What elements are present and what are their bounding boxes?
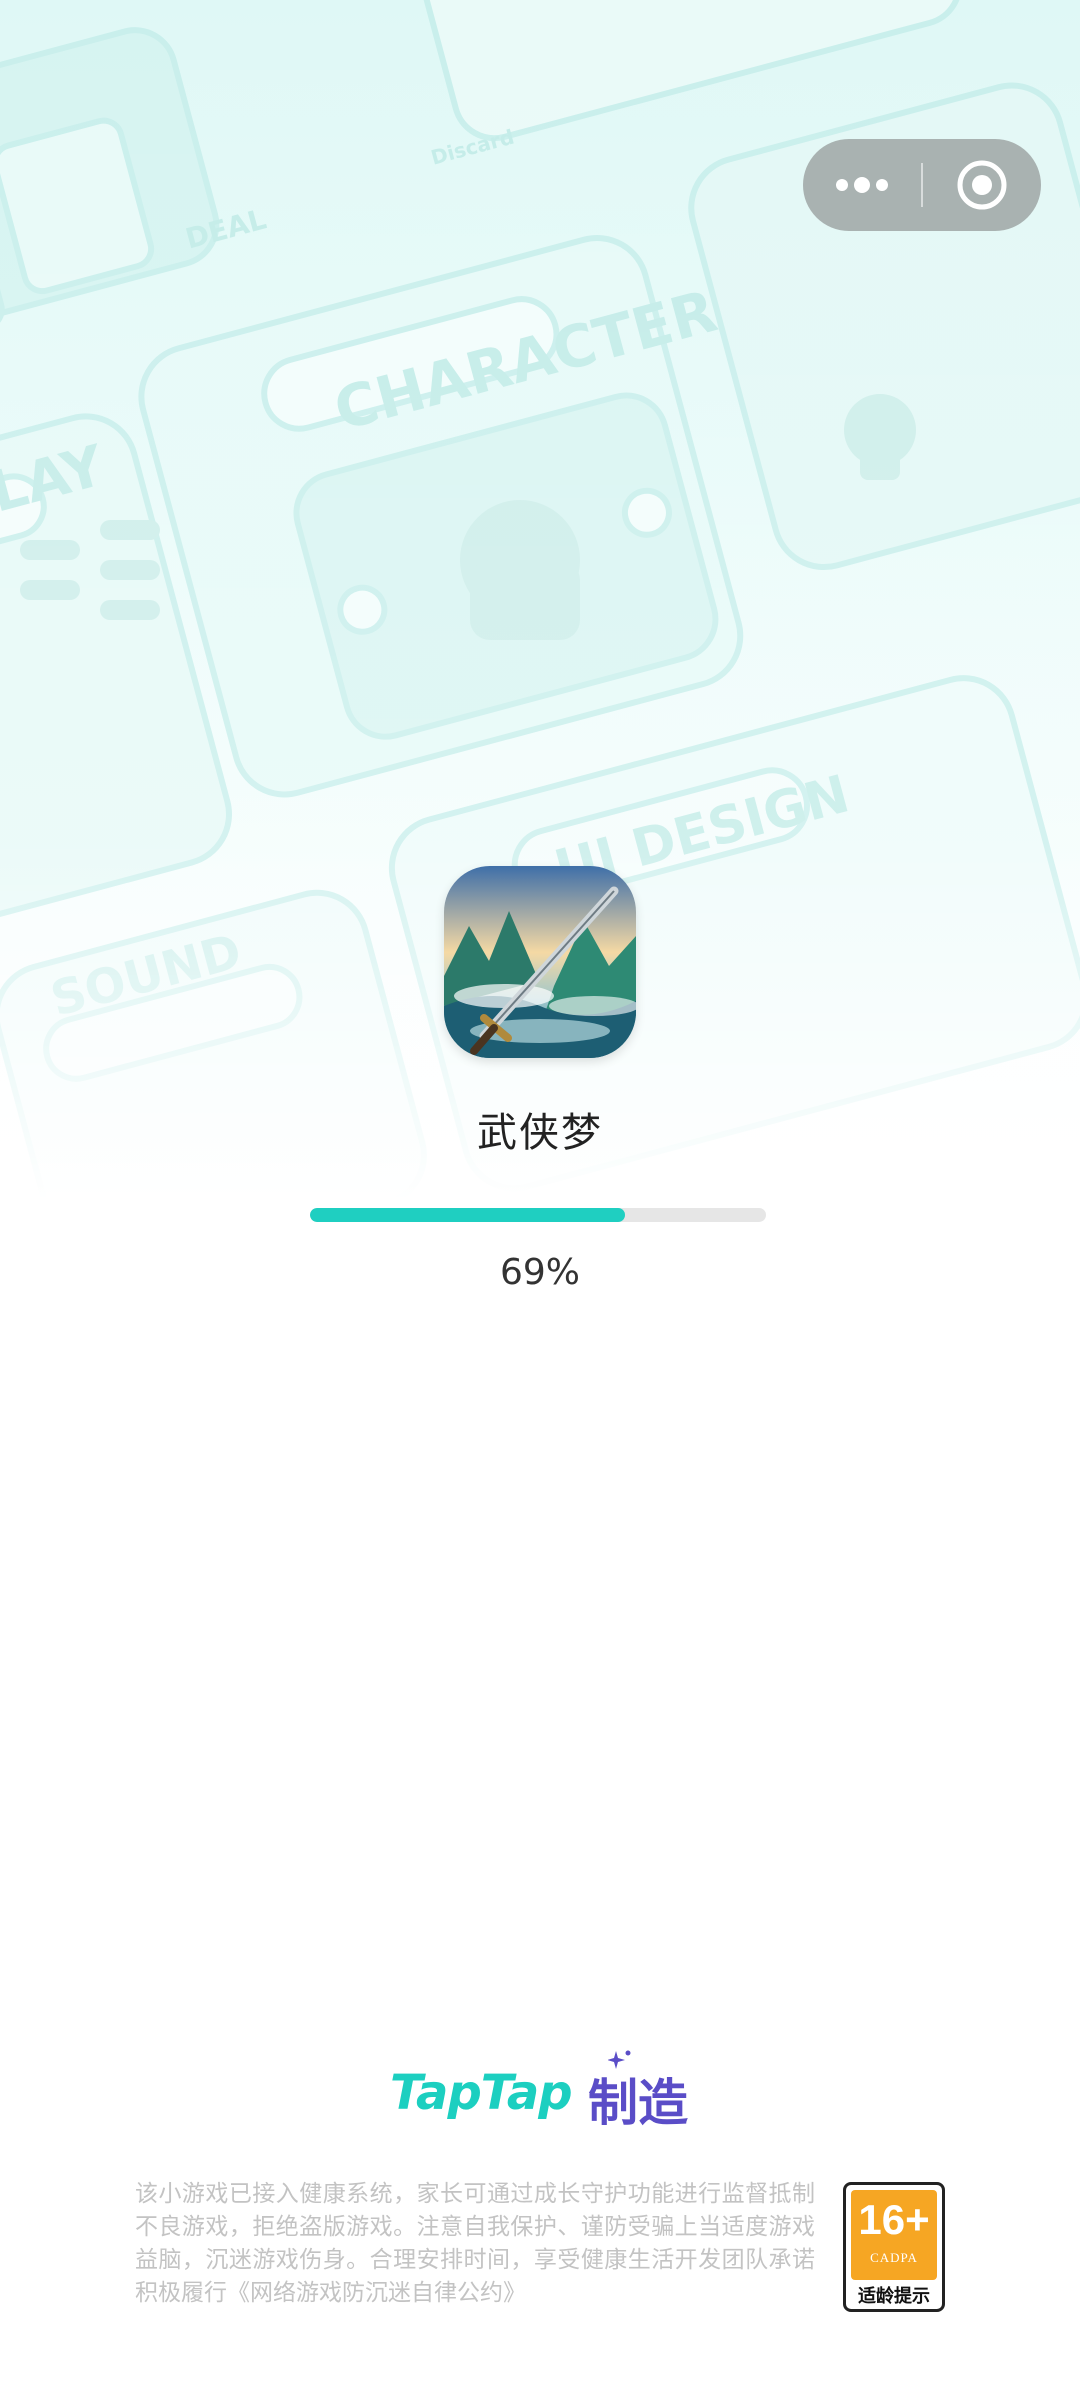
age-rating-badge: 16+ CADPA 适龄提示 bbox=[843, 2182, 945, 2312]
age-rating-value: 16+ bbox=[858, 2196, 930, 2243]
target-circle-icon bbox=[957, 160, 1007, 210]
loading-progress-bar bbox=[310, 1208, 766, 1222]
sparkle-icon bbox=[608, 2050, 631, 2069]
taptap-brand-logo: TapTap 制造 bbox=[390, 2050, 690, 2135]
loading-progress-text: 69% bbox=[499, 1252, 580, 1293]
age-rating-panel: 16+ CADPA bbox=[851, 2190, 937, 2280]
age-rating-org: CADPA bbox=[870, 2250, 918, 2265]
close-button[interactable] bbox=[923, 139, 1041, 231]
loading-progress-fill bbox=[310, 1208, 625, 1222]
age-rating-label: 适龄提示 bbox=[858, 2286, 930, 2307]
health-notice-text: 该小游戏已接入健康系统，家长可通过成长守护功能进行监督抵制不良游戏，拒绝盗版游戏… bbox=[135, 2181, 815, 2306]
brand-cn: 制造 bbox=[588, 2074, 688, 2132]
brand-latin: TapTap bbox=[390, 2065, 573, 2121]
more-button[interactable] bbox=[803, 139, 921, 231]
more-dots-icon bbox=[836, 177, 888, 193]
sword-mountain-app-icon bbox=[444, 866, 636, 1058]
app-name: 武侠梦 bbox=[477, 1110, 603, 1156]
mini-program-capsule bbox=[803, 139, 1041, 231]
app-icon bbox=[444, 866, 636, 1058]
